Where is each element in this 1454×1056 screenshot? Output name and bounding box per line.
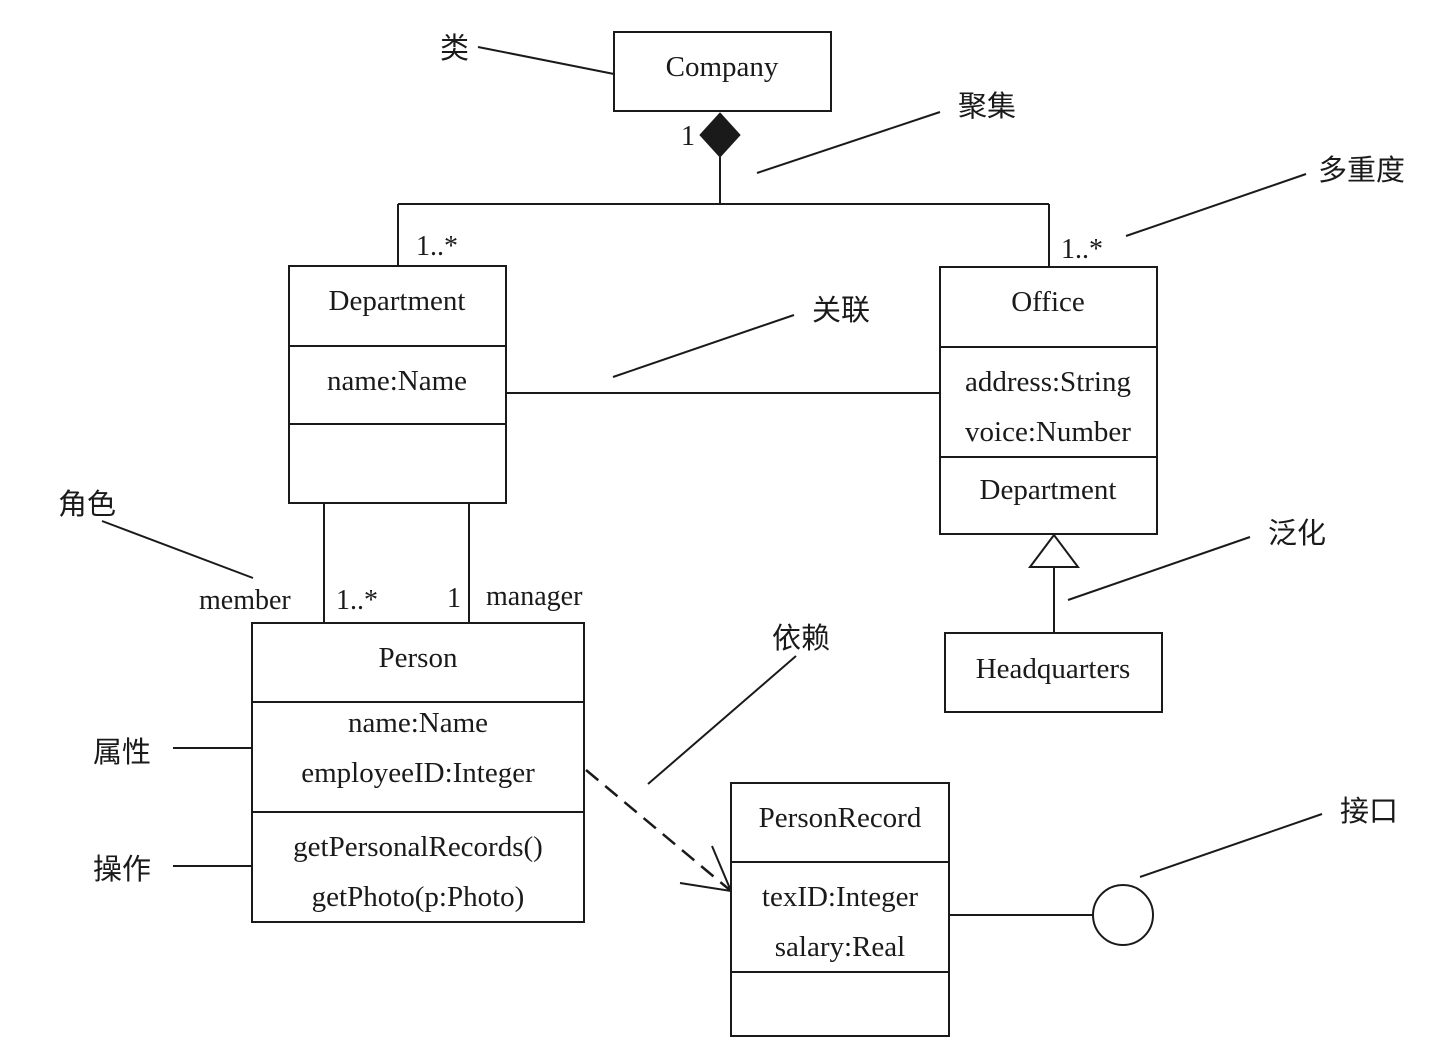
multiplicity-office: 1..* — [1061, 234, 1103, 265]
annotation-aggregation: 聚集 — [958, 89, 1016, 123]
multiplicity-manager: 1 — [447, 583, 461, 614]
company-name: Company — [666, 51, 779, 83]
leader-dependency — [647, 655, 797, 785]
person-name: Person — [379, 642, 458, 674]
annotation-interface: 接口 — [1340, 794, 1398, 828]
person-attribute: name:Name — [348, 707, 488, 739]
annotation-class: 类 — [440, 31, 469, 65]
class-office: Office address:String voice:Number Depar… — [939, 266, 1158, 535]
multiplicity-company: 1 — [681, 121, 695, 152]
person-operation: getPersonalRecords() — [293, 831, 543, 863]
dependency-line — [585, 769, 732, 892]
annotation-role: 角色 — [58, 487, 116, 521]
department-attribute: name:Name — [327, 365, 467, 397]
leader-association — [612, 314, 795, 378]
person-record-name: PersonRecord — [759, 802, 922, 834]
multiplicity-department: 1..* — [416, 231, 458, 262]
annotation-attribute: 属性 — [93, 735, 151, 769]
class-person: Person name:Name employeeID:Integer getP… — [251, 622, 585, 923]
class-headquarters: Headquarters — [944, 632, 1163, 713]
interface-circle — [1092, 884, 1154, 946]
class-company: Company — [613, 31, 832, 112]
role-manager: manager — [486, 581, 583, 612]
person-record-attribute: salary:Real — [775, 931, 905, 963]
uml-class-diagram: Company Department name:Name Office addr… — [58, 31, 1405, 1037]
headquarters-name: Headquarters — [976, 653, 1131, 685]
annotation-multiplicity: 多重度 — [1318, 153, 1405, 187]
person-record-attribute: texID:Integer — [762, 881, 919, 913]
class-person-record: PersonRecord texID:Integer salary:Real — [730, 782, 950, 1037]
multiplicity-member: 1..* — [336, 585, 378, 616]
office-attribute: voice:Number — [965, 416, 1131, 448]
leader-aggregation — [756, 111, 941, 174]
leader-interface — [1139, 813, 1323, 878]
annotation-generalization: 泛化 — [1268, 516, 1326, 550]
person-attribute: employeeID:Integer — [301, 757, 535, 789]
leader-generalization — [1067, 536, 1251, 601]
leader-role — [101, 520, 254, 579]
role-member: member — [199, 585, 291, 616]
generalization-triangle — [1028, 533, 1080, 568]
composition-diamond — [699, 112, 741, 158]
office-attribute: address:String — [965, 366, 1131, 398]
annotation-operation: 操作 — [93, 852, 151, 886]
leader-multiplicity — [1125, 173, 1307, 237]
annotation-association: 关联 — [812, 293, 870, 327]
person-operation: getPhoto(p:Photo) — [312, 881, 525, 913]
office-name: Office — [1011, 286, 1085, 318]
office-operation: Department — [980, 474, 1117, 506]
leader-class — [477, 46, 615, 75]
class-department: Department name:Name — [288, 265, 507, 504]
department-name: Department — [329, 285, 466, 317]
annotation-dependency: 依赖 — [772, 621, 830, 655]
